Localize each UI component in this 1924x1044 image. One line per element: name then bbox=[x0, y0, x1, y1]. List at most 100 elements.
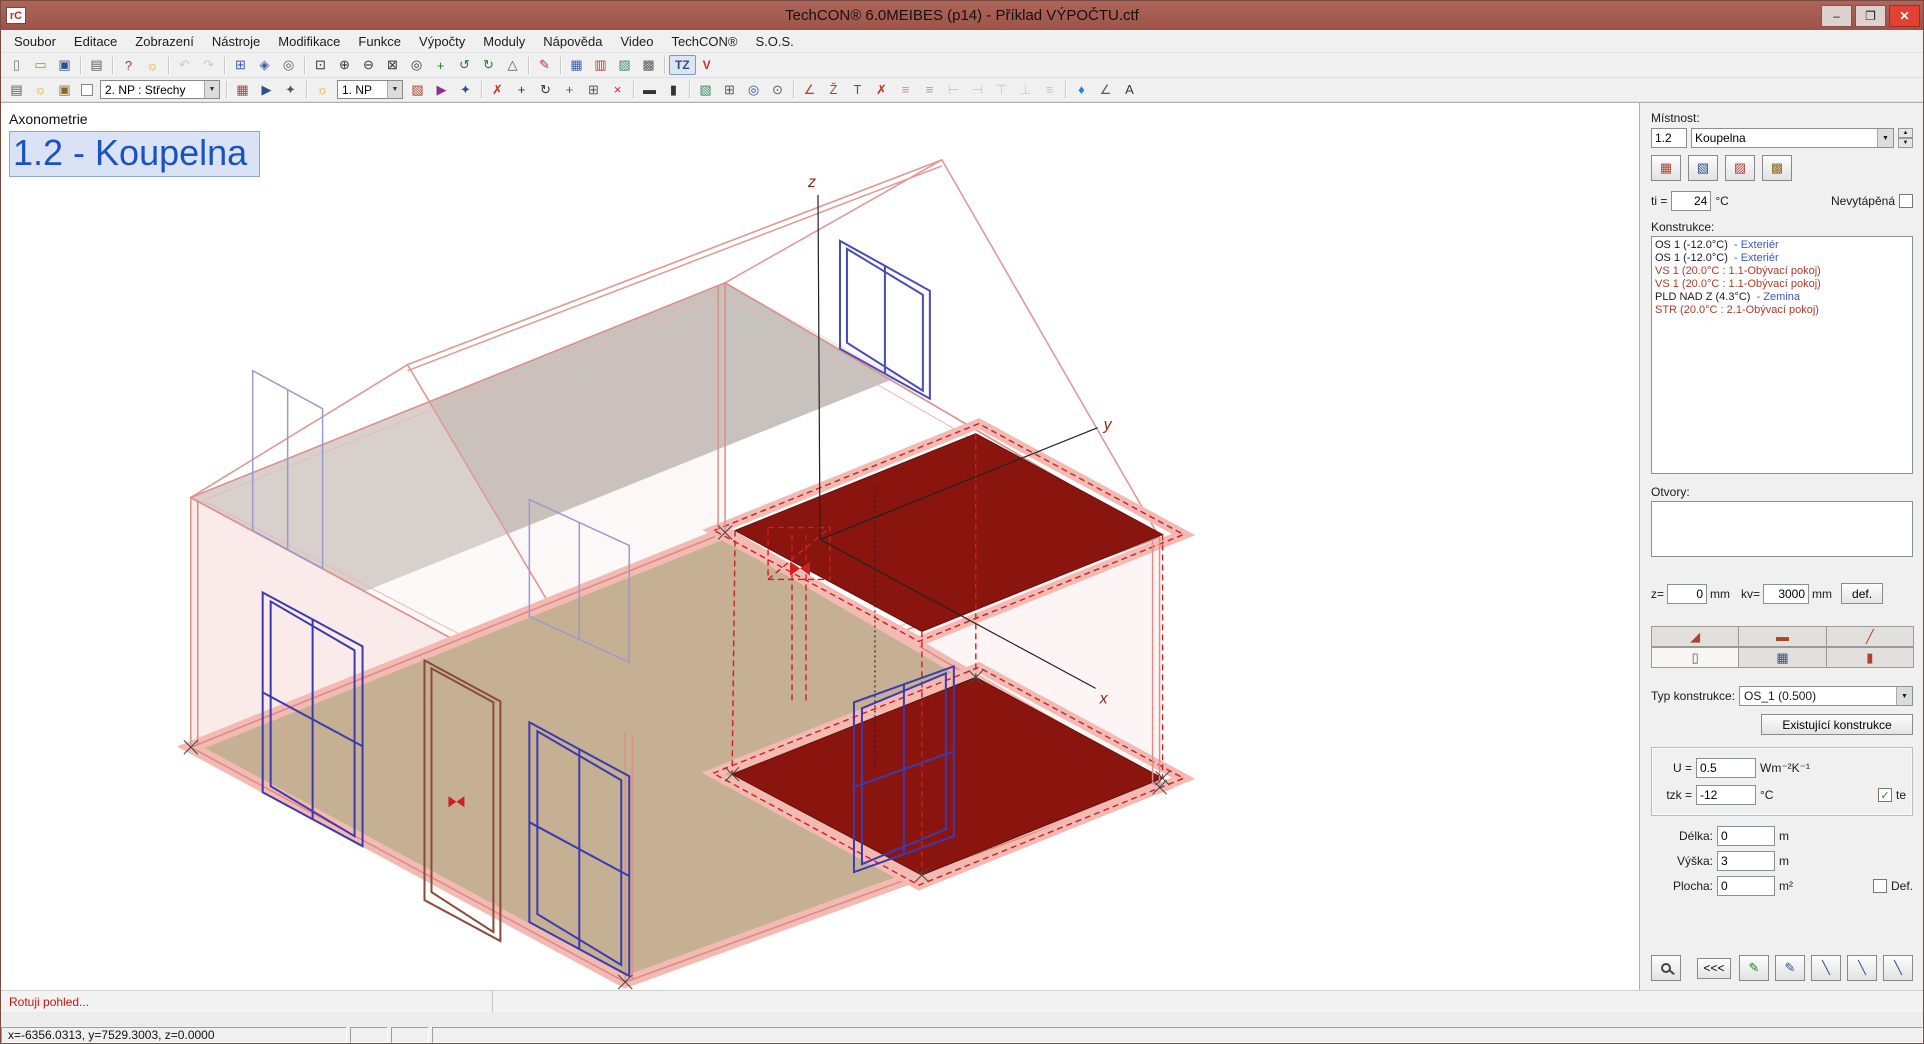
move-icon[interactable]: + bbox=[510, 80, 533, 100]
length-input[interactable] bbox=[1717, 826, 1775, 846]
menu-video[interactable]: Video bbox=[612, 32, 663, 51]
bookmark-icon[interactable]: ▶ bbox=[255, 80, 278, 100]
print-icon[interactable]: ▤ bbox=[85, 55, 108, 75]
grid-icon[interactable]: ▧ bbox=[406, 80, 429, 100]
redo-icon[interactable]: ↷ bbox=[197, 55, 220, 75]
edit-down-button[interactable]: ✎ bbox=[1775, 955, 1805, 981]
redraw-room-button[interactable]: ▧ bbox=[1688, 155, 1718, 181]
floor-filter-checkbox[interactable] bbox=[81, 84, 93, 96]
close-button[interactable]: ✕ bbox=[1889, 5, 1920, 27]
v-toggle-button[interactable]: V bbox=[697, 55, 717, 75]
room-info-button[interactable]: ▩ bbox=[1762, 155, 1792, 181]
draw-wall-line-button-3[interactable]: ╲ bbox=[1883, 955, 1913, 981]
floor-manager-icon[interactable]: ▦ bbox=[231, 80, 254, 100]
menu-techcon-[interactable]: TechCON® bbox=[663, 32, 747, 51]
selected-room-label[interactable]: 1.2 - Koupelna bbox=[9, 131, 260, 177]
construction-tab-ceiling[interactable]: ▬ bbox=[1738, 626, 1826, 647]
openings-listbox[interactable] bbox=[1651, 501, 1913, 557]
globe-icon[interactable]: ◎ bbox=[742, 80, 765, 100]
menu-modifikace[interactable]: Modifikace bbox=[269, 32, 349, 51]
construction-list-item[interactable]: OS 1 (-12.0°C) - Exteriér bbox=[1655, 252, 1909, 265]
tables-module-icon[interactable]: ▩ bbox=[637, 55, 660, 75]
spinner-down-icon[interactable]: ▼ bbox=[1898, 138, 1913, 148]
insert-icon[interactable]: + bbox=[558, 80, 581, 100]
delete-room-button[interactable]: ▨ bbox=[1725, 155, 1755, 181]
pan-icon[interactable]: + bbox=[429, 55, 452, 75]
viewports-icon[interactable]: ⊞ bbox=[229, 55, 252, 75]
rotate-icon[interactable]: ↻ bbox=[534, 80, 557, 100]
water-drop-icon[interactable]: ♦ bbox=[1070, 80, 1093, 100]
def-button[interactable]: def. bbox=[1841, 583, 1883, 604]
delete-dimension-icon[interactable]: ✗ bbox=[870, 80, 893, 100]
label-z-icon[interactable]: Ž bbox=[822, 80, 845, 100]
menu-n-stroje[interactable]: Nástroje bbox=[203, 32, 269, 51]
level-visibility-bulb-icon[interactable]: ☼ bbox=[311, 80, 334, 100]
titlebar[interactable]: rC TechCON® 6.0MEIBES (p14) - Příklad VÝ… bbox=[1, 1, 1923, 30]
construction-list-item[interactable]: PLD NAD Z (4.3°C) - Zemina bbox=[1655, 291, 1909, 304]
ruler-icon[interactable]: ▬ bbox=[638, 80, 661, 100]
zoom-extents-icon[interactable]: ⊠ bbox=[381, 55, 404, 75]
minimize-button[interactable]: – bbox=[1821, 5, 1852, 27]
construction-type-combo[interactable]: OS_1 (0.500) ▼ bbox=[1739, 686, 1913, 706]
refresh-icon[interactable]: ↺ bbox=[453, 55, 476, 75]
existing-construction-button[interactable]: Existující konstrukce bbox=[1761, 714, 1913, 735]
axonometry-icon[interactable]: △ bbox=[501, 55, 524, 75]
zoom-out-icon[interactable]: ⊖ bbox=[357, 55, 380, 75]
tzk-input[interactable] bbox=[1696, 785, 1756, 805]
room-name-combo[interactable]: ▼ bbox=[1691, 128, 1894, 148]
u-value-input[interactable] bbox=[1696, 758, 1756, 778]
dimension-red-icon[interactable]: ∠ bbox=[798, 80, 821, 100]
chevron-down-icon[interactable]: ▼ bbox=[1877, 129, 1893, 147]
area-def-checkbox[interactable] bbox=[1873, 879, 1887, 893]
construction-list-item[interactable]: VS 1 (20.0°C : 1.1-Obývací pokoj) bbox=[1655, 278, 1909, 291]
construction-tab-wall[interactable]: ▯ bbox=[1651, 647, 1739, 668]
menu-editace[interactable]: Editace bbox=[65, 32, 126, 51]
construction-tab-door[interactable]: ▮ bbox=[1826, 647, 1914, 668]
collapse-panel-button[interactable]: <<< bbox=[1697, 958, 1731, 979]
kv-input[interactable] bbox=[1763, 584, 1809, 604]
image-icon[interactable]: ▧ bbox=[694, 80, 717, 100]
label-t-icon[interactable]: T bbox=[846, 80, 869, 100]
floor-combo[interactable]: 2. NP : Střechy▼ bbox=[100, 80, 220, 99]
measure-pencil-icon[interactable]: ✎ bbox=[533, 55, 556, 75]
new-file-icon[interactable]: ▯ bbox=[5, 55, 28, 75]
text-tool-icon[interactable]: A bbox=[1118, 80, 1141, 100]
dimension-pink-icon[interactable]: ≡ bbox=[894, 80, 917, 100]
area-input[interactable] bbox=[1717, 876, 1775, 896]
chevron-down-icon[interactable]: ▼ bbox=[1896, 687, 1912, 705]
clock-icon[interactable]: ⊙ bbox=[766, 80, 789, 100]
edit-up-button[interactable]: ✎ bbox=[1739, 955, 1769, 981]
tip-bulb-icon[interactable]: ☼ bbox=[141, 55, 164, 75]
walls-module-icon[interactable]: ▦ bbox=[565, 55, 588, 75]
drawing-canvas[interactable]: z y x Axonometrie 1.2 - Koupelna bbox=[1, 102, 1639, 990]
room-name-input[interactable] bbox=[1692, 131, 1877, 145]
layers-icon[interactable]: ▤ bbox=[5, 80, 28, 100]
unheated-checkbox[interactable] bbox=[1899, 194, 1913, 208]
menu-n-pov-da[interactable]: Nápověda bbox=[534, 32, 611, 51]
construction-tab-roof[interactable]: ◢ bbox=[1651, 626, 1739, 647]
menu-v-po-ty[interactable]: Výpočty bbox=[410, 32, 474, 51]
constructions-listbox[interactable]: OS 1 (-12.0°C) - ExteriérOS 1 (-12.0°C) … bbox=[1651, 236, 1913, 474]
save-icon[interactable]: ▣ bbox=[53, 55, 76, 75]
height-input[interactable] bbox=[1717, 851, 1775, 871]
find-construction-button[interactable] bbox=[1651, 955, 1681, 981]
erase-icon[interactable]: ✗ bbox=[486, 80, 509, 100]
menu-funkce[interactable]: Funkce bbox=[349, 32, 410, 51]
te-checkbox[interactable]: ✓ bbox=[1878, 788, 1892, 802]
zoom-window-icon[interactable]: ⊡ bbox=[309, 55, 332, 75]
ruler-vertical-icon[interactable]: ▮ bbox=[662, 80, 685, 100]
help-icon[interactable]: ? bbox=[117, 55, 140, 75]
maximize-button[interactable]: ❐ bbox=[1855, 5, 1886, 27]
draw-wall-line-button-1[interactable]: ╲ bbox=[1811, 955, 1841, 981]
menu-s-o-s-[interactable]: S.O.S. bbox=[746, 32, 802, 51]
construction-list-item[interactable]: OS 1 (-12.0°C) - Exteriér bbox=[1655, 239, 1909, 252]
scheme-module-icon[interactable]: ▨ bbox=[613, 55, 636, 75]
select-room-button[interactable]: ▦ bbox=[1651, 155, 1681, 181]
menu-zobrazen-[interactable]: Zobrazení bbox=[126, 32, 203, 51]
slope-icon[interactable]: ∠ bbox=[1094, 80, 1117, 100]
menu-soubor[interactable]: Soubor bbox=[5, 32, 65, 51]
level-combo[interactable]: 1. NP▼ bbox=[337, 80, 403, 99]
floor-visibility-bulb-icon[interactable]: ☼ bbox=[29, 80, 52, 100]
construction-list-item[interactable]: STR (20.0°C : 2.1-Obývací pokoj) bbox=[1655, 304, 1909, 317]
dim-baseline-icon[interactable]: ⊥ bbox=[1014, 80, 1037, 100]
